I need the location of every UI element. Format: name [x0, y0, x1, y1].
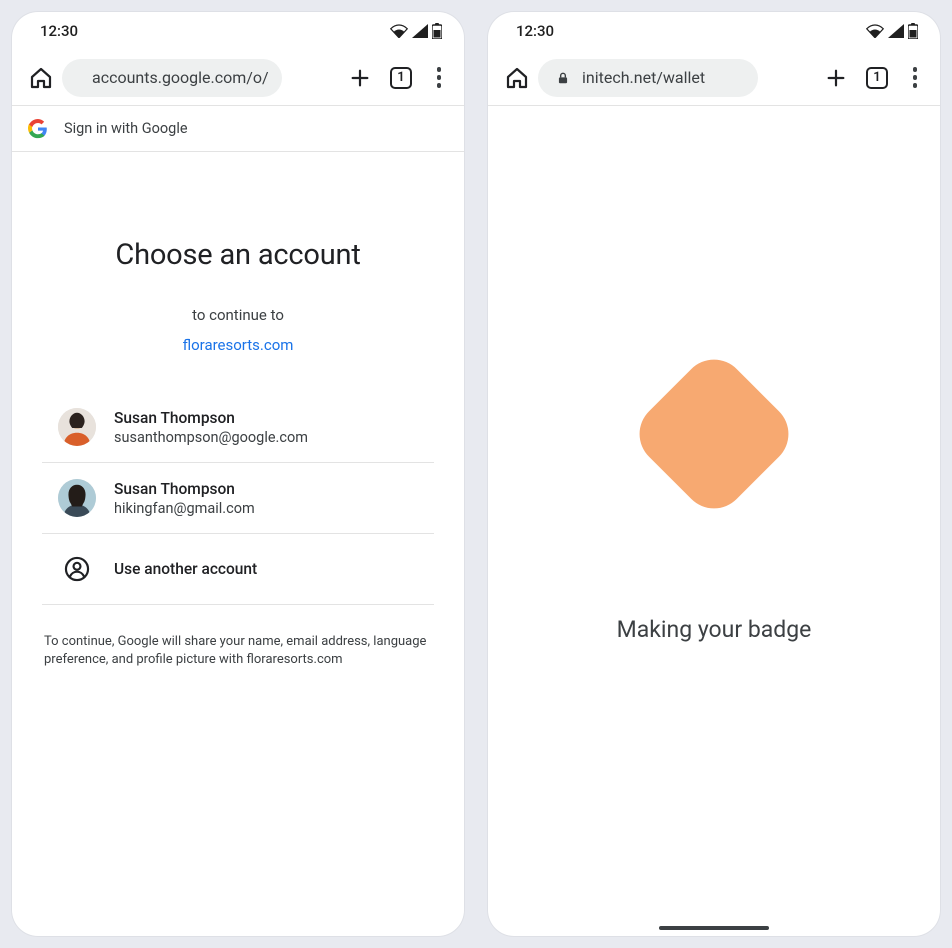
status-time: 12:30 — [40, 22, 78, 40]
page-title: Choose an account — [42, 238, 434, 272]
wifi-icon — [390, 24, 408, 38]
avatar — [58, 479, 96, 517]
disclosure-text: To continue, Google will share your name… — [42, 633, 434, 668]
home-button[interactable] — [26, 63, 56, 93]
account-name: Susan Thompson — [114, 409, 308, 427]
account-email: susanthompson@google.com — [114, 429, 308, 446]
address-bar[interactable]: accounts.google.com/o/ — [62, 59, 282, 97]
tabs-button[interactable]: 1 — [390, 67, 412, 89]
lock-icon — [556, 71, 570, 85]
signin-header: Sign in with Google — [12, 106, 464, 152]
url-text: initech.net/wallet — [582, 68, 705, 87]
tabs-count: 1 — [397, 70, 404, 85]
status-icons — [390, 23, 442, 39]
url-text: accounts.google.com/o/ — [92, 68, 269, 87]
status-bar: 12:30 — [12, 12, 464, 50]
google-icon — [28, 119, 48, 139]
gesture-bar — [659, 926, 769, 930]
use-another-account-row[interactable]: Use another account — [42, 534, 434, 605]
home-button[interactable] — [502, 63, 532, 93]
browser-chrome: accounts.google.com/o/ 1 — [12, 50, 464, 106]
tabs-count: 1 — [873, 70, 880, 85]
menu-button[interactable] — [906, 67, 924, 88]
signal-icon — [888, 24, 904, 38]
account-chooser: Choose an account to continue to florare… — [12, 152, 464, 936]
continue-link[interactable]: floraresorts.com — [42, 336, 434, 354]
status-icons — [866, 23, 918, 39]
account-name: Susan Thompson — [114, 480, 255, 498]
signal-icon — [412, 24, 428, 38]
home-icon — [505, 66, 529, 90]
browser-chrome: initech.net/wallet 1 — [488, 50, 940, 106]
phone-right: 12:30 initech.net/wallet 1 M — [488, 12, 940, 936]
loading-content: Making your badge — [488, 106, 940, 936]
menu-button[interactable] — [430, 67, 448, 88]
battery-icon — [908, 23, 918, 39]
new-tab-button[interactable] — [348, 66, 372, 90]
wifi-icon — [866, 24, 884, 38]
continue-to-label: to continue to — [42, 306, 434, 324]
tabs-button[interactable]: 1 — [866, 67, 888, 89]
address-bar[interactable]: initech.net/wallet — [538, 59, 758, 97]
status-bar: 12:30 — [488, 12, 940, 50]
avatar — [58, 408, 96, 446]
phone-left: 12:30 accounts.google.com/o/ 1 — [12, 12, 464, 936]
person-icon — [58, 550, 96, 588]
use-another-label: Use another account — [114, 560, 257, 578]
status-time: 12:30 — [516, 22, 554, 40]
account-email: hikingfan@gmail.com — [114, 500, 255, 517]
plus-icon — [825, 67, 847, 89]
account-row[interactable]: Susan Thompson hikingfan@gmail.com — [42, 463, 434, 534]
loading-label: Making your badge — [617, 616, 812, 643]
home-icon — [29, 66, 53, 90]
account-list: Susan Thompson susanthompson@google.com … — [42, 402, 434, 605]
new-tab-button[interactable] — [824, 66, 848, 90]
signin-bar-text: Sign in with Google — [64, 120, 188, 137]
account-row[interactable]: Susan Thompson susanthompson@google.com — [42, 402, 434, 463]
battery-icon — [432, 23, 442, 39]
badge-shape — [626, 346, 801, 521]
plus-icon — [349, 67, 371, 89]
